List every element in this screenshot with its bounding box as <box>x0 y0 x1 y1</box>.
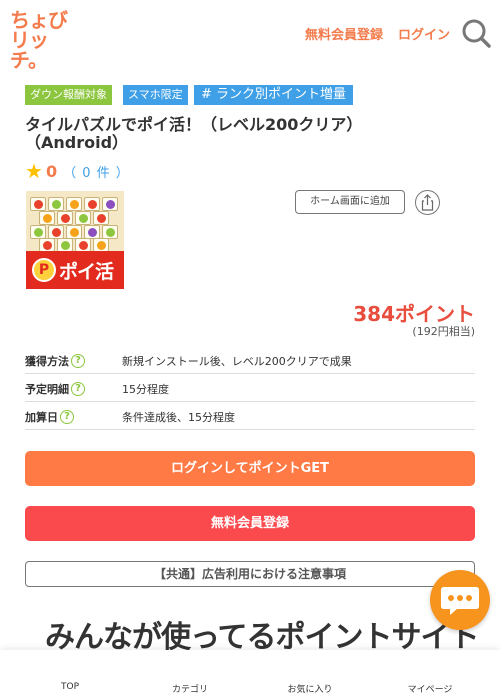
info-value: 条件達成後、15分程度 <box>122 411 235 424</box>
search-icon[interactable] <box>460 17 492 49</box>
help-icon[interactable]: ? <box>71 382 85 396</box>
ad-notice-button[interactable]: 【共通】広告利用における注意事項 <box>25 561 475 587</box>
site-header: ちょび リッチ。 無料会員登録 ログイン <box>0 0 500 70</box>
app-banner: P ポイ活 <box>26 251 124 289</box>
badge-rank-bonus[interactable]: # ランク別ポイント増量 <box>194 85 354 105</box>
info-label: 獲得方法 <box>25 355 69 368</box>
site-logo[interactable]: ちょび リッチ。 <box>10 8 70 70</box>
badge-down-reward: ダウン報酬対象 <box>25 85 112 105</box>
app-tiles-graphic <box>30 197 120 252</box>
header-login-link[interactable]: ログイン <box>398 24 450 43</box>
info-label: 予定明細 <box>25 383 69 396</box>
info-row-method: 獲得方法 ? 新規インストール後、レベル200クリアで成果 <box>25 346 475 374</box>
share-icon[interactable] <box>415 190 440 215</box>
logo-line-1: ちょび <box>10 8 68 32</box>
info-label: 加算日 <box>25 411 58 424</box>
nav-mypage[interactable]: マイページ <box>380 682 480 695</box>
info-value: 15分程度 <box>122 383 169 396</box>
rating-score: 0 <box>45 161 58 181</box>
offer-title: タイルパズルでポイ活！（レベル200クリア） （Android） <box>25 116 405 152</box>
app-icon-image: P ポイ活 <box>26 191 124 289</box>
info-row-credit-date: 加算日 ? 条件達成後、15分程度 <box>25 402 475 430</box>
review-count-link[interactable]: （ 0 件 ） <box>63 162 130 181</box>
nav-favorites[interactable]: お気に入り <box>260 682 360 695</box>
logo-line-2: リッチ。 <box>10 28 49 72</box>
login-get-points-button[interactable]: ログインしてポイントGET <box>25 451 475 486</box>
info-value: 新規インストール後、レベル200クリアで成果 <box>122 355 352 368</box>
reward-yen-equivalent: (192円相当) <box>412 325 475 338</box>
badge-smartphone-only: スマホ限定 <box>123 85 188 105</box>
bottom-navigation: TOP カテゴリ お気に入り マイページ <box>0 650 500 700</box>
star-icon: ★ <box>25 159 43 183</box>
chat-icon[interactable] <box>430 570 490 630</box>
offer-rating: ★ 0 （ 0 件 ） <box>25 160 130 182</box>
help-icon[interactable]: ? <box>71 354 85 368</box>
info-row-schedule: 予定明細 ? 15分程度 <box>25 374 475 402</box>
offer-info-table: 獲得方法 ? 新規インストール後、レベル200クリアで成果 予定明細 ? 15分… <box>25 346 475 430</box>
nav-category[interactable]: カテゴリ <box>140 682 240 695</box>
app-banner-text: ポイ活 <box>59 261 114 283</box>
help-icon[interactable]: ? <box>60 410 74 424</box>
add-to-home-button[interactable]: ホーム画面に追加 <box>295 190 405 214</box>
point-coin-icon: P <box>32 258 56 282</box>
offer-title-line-1: タイルパズルでポイ活！（レベル200クリア） <box>25 115 363 134</box>
nav-top[interactable]: TOP <box>20 682 120 692</box>
header-register-link[interactable]: 無料会員登録 <box>305 24 383 43</box>
free-register-button[interactable]: 無料会員登録 <box>25 506 475 541</box>
offer-title-line-2: （Android） <box>25 133 129 152</box>
